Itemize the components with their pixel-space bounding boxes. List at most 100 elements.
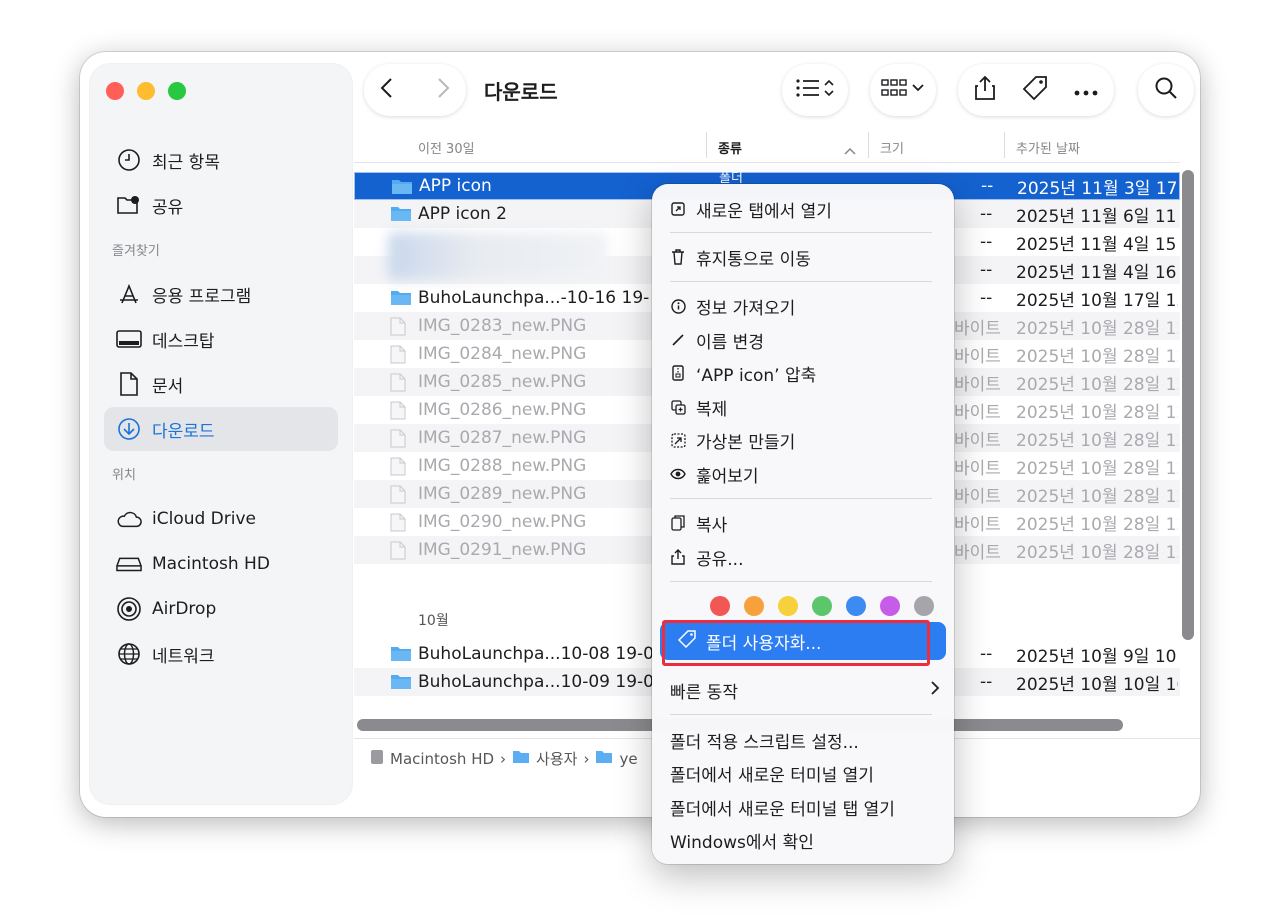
sidebar-item-desktop[interactable]: 데스크탑	[104, 317, 338, 361]
file-name: APP icon	[419, 176, 492, 196]
minimize-window-button[interactable]	[137, 82, 155, 100]
favorites-header: 즐겨찾기	[112, 244, 160, 259]
file-date-added: 2025년 10월 28일 12	[1016, 318, 1178, 339]
tag-color-dot[interactable]	[744, 596, 764, 616]
file-date-added: 2025년 10월 28일 12	[1016, 458, 1178, 479]
file-size: 바이트	[954, 514, 1001, 535]
file-size: 바이트	[954, 374, 1001, 395]
forward-button[interactable]	[435, 77, 451, 103]
column-header-size[interactable]: 크기	[880, 134, 904, 160]
menu-item-label: 가상본 만들기	[696, 432, 796, 453]
column-header-kind[interactable]: 종류	[718, 134, 742, 160]
sidebar-item-network[interactable]: 네트워크	[104, 632, 338, 676]
back-button[interactable]	[379, 77, 395, 103]
file-size: 바이트	[954, 318, 1001, 339]
tag-color-dot[interactable]	[710, 596, 730, 616]
pencil-icon	[670, 332, 686, 348]
sidebar-item-macintosh-hd[interactable]: Macintosh HD	[104, 542, 338, 586]
column-divider	[1004, 132, 1005, 158]
file-date-added: 2025년 10월 9일 10:	[1016, 646, 1178, 667]
clock-icon	[116, 147, 142, 173]
group-header-october: 10월	[418, 613, 449, 629]
file-icon	[390, 401, 412, 420]
sidebar-item-icloud[interactable]: iCloud Drive	[104, 497, 338, 541]
menu-item-label: 복사	[696, 515, 728, 536]
download-icon	[116, 416, 142, 442]
sidebar-item-recents[interactable]: 최근 항목	[104, 138, 338, 182]
column-header-name[interactable]: 이전 30일	[418, 134, 475, 160]
folder-icon	[390, 289, 412, 306]
menu-item-label: 폴더 적용 스크립트 설정...	[670, 732, 859, 753]
menu-item-check-in-windows[interactable]: Windows에서 확인	[670, 825, 936, 855]
path-item[interactable]: ye	[619, 750, 637, 768]
drive-icon	[116, 551, 142, 577]
file-icon	[390, 429, 412, 448]
file-date-added: 2025년 10월 28일 12	[1016, 486, 1178, 507]
menu-item-duplicate[interactable]: 복제	[670, 392, 936, 422]
tag-color-dot[interactable]	[778, 596, 798, 616]
applications-icon	[116, 281, 142, 307]
close-window-button[interactable]	[106, 82, 124, 100]
tag-color-dot[interactable]	[914, 596, 934, 616]
file-size: --	[980, 644, 993, 664]
menu-item-label: 복제	[696, 399, 728, 420]
file-name: IMG_0287_new.PNG	[418, 428, 587, 448]
tag-color-dot[interactable]	[812, 596, 832, 616]
file-size: 바이트	[954, 346, 1001, 367]
menu-separator	[670, 232, 932, 233]
info-icon	[670, 298, 686, 314]
menu-item-open-in-new-tab[interactable]: 새로운 탭에서 열기	[670, 194, 936, 224]
menu-item-compress[interactable]: ‘APP icon’ 압축	[670, 358, 936, 388]
menu-item-rename[interactable]: 이름 변경	[670, 325, 936, 355]
group-button[interactable]	[870, 64, 936, 116]
path-item[interactable]: Macintosh HD	[390, 750, 494, 768]
menu-item-move-to-trash[interactable]: 휴지통으로 이동	[670, 242, 936, 272]
menu-item-new-terminal-at-folder[interactable]: 폴더에서 새로운 터미널 열기	[670, 758, 936, 788]
zoom-window-button[interactable]	[168, 82, 186, 100]
folder-icon	[390, 673, 412, 690]
tag-color-dot[interactable]	[880, 596, 900, 616]
menu-item-quick-look[interactable]: 훑어보기	[670, 459, 936, 489]
sidebar-item-documents[interactable]: 문서	[104, 362, 338, 406]
file-name: BuhoLaunchpa...-10-16 19-	[418, 288, 650, 308]
window-title: 다운로드	[484, 80, 558, 104]
file-size: --	[981, 176, 994, 196]
menu-item-get-info[interactable]: 정보 가져오기	[670, 291, 936, 321]
menu-item-folder-actions-setup[interactable]: 폴더 적용 스크립트 설정...	[670, 725, 936, 755]
file-size: --	[980, 288, 993, 308]
tag-color-dot[interactable]	[846, 596, 866, 616]
menu-item-label: Windows에서 확인	[670, 832, 814, 853]
file-name: IMG_0285_new.PNG	[418, 372, 587, 392]
column-header-date-added[interactable]: 추가된 날짜	[1016, 134, 1080, 160]
path-item[interactable]: 사용자	[536, 748, 577, 769]
file-date-added: 2025년 10월 17일 15	[1016, 290, 1178, 311]
share-icon	[670, 549, 686, 565]
tag-color-row	[710, 596, 934, 616]
sidebar-item-airdrop[interactable]: AirDrop	[104, 587, 338, 631]
vertical-scrollbar[interactable]	[1182, 170, 1194, 640]
duplicate-icon	[670, 399, 686, 415]
sidebar-item-downloads[interactable]: 다운로드	[104, 407, 338, 451]
more-button[interactable]	[1074, 81, 1098, 100]
menu-item-label: 폴더에서 새로운 터미널 탭 열기	[670, 799, 895, 820]
file-icon	[390, 373, 412, 392]
menu-item-share[interactable]: 공유...	[670, 542, 936, 572]
archive-icon	[670, 365, 686, 381]
sort-ascending-icon	[844, 140, 856, 159]
menu-item-make-alias[interactable]: 가상본 만들기	[670, 425, 936, 455]
sidebar-item-applications[interactable]: 응용 프로그램	[104, 272, 338, 316]
tag-button[interactable]	[1022, 75, 1048, 105]
share-button[interactable]	[974, 75, 996, 105]
file-size: --	[980, 204, 993, 224]
file-date-added: 2025년 11월 6일 11:2	[1016, 206, 1178, 227]
view-mode-button[interactable]	[782, 64, 848, 116]
menu-item-new-terminal-tab-at-folder[interactable]: 폴더에서 새로운 터미널 탭 열기	[670, 792, 936, 822]
menu-item-quick-actions[interactable]: 빠른 동작	[670, 675, 940, 705]
grid-icon	[881, 77, 925, 103]
sidebar-item-shared[interactable]: 공유	[104, 183, 338, 227]
menu-item-copy[interactable]: 복사	[670, 508, 936, 538]
file-icon	[390, 541, 412, 560]
header-divider	[354, 162, 1180, 163]
list-view-icon	[795, 77, 835, 103]
search-button[interactable]	[1138, 64, 1194, 116]
